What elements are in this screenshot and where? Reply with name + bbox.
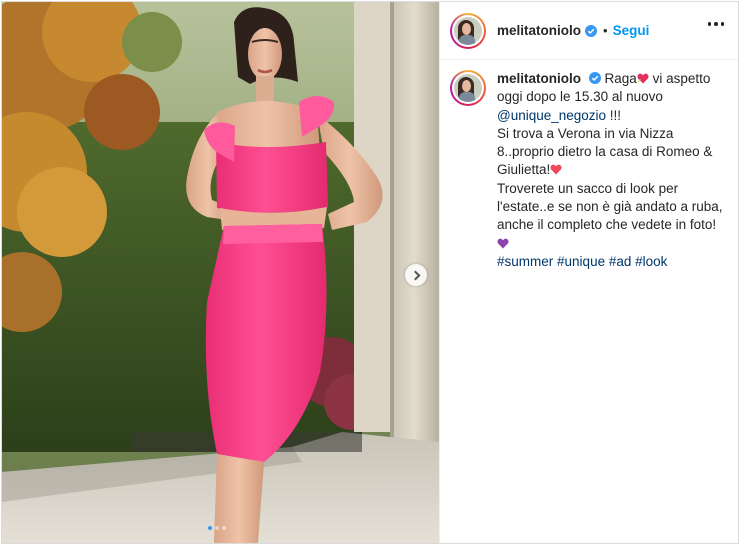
- hashtag-link[interactable]: #ad: [609, 254, 632, 269]
- verified-badge-icon: [588, 72, 601, 84]
- post-card: melitatoniolo • Segui melitatoniolo Raga…: [1, 1, 739, 544]
- caption-avatar[interactable]: [450, 70, 486, 106]
- post-photo: [2, 2, 439, 543]
- post-media[interactable]: [2, 2, 439, 543]
- carousel-dot: [215, 526, 219, 530]
- chevron-right-icon: [410, 270, 420, 280]
- username-link[interactable]: melitatoniolo: [497, 23, 581, 38]
- carousel-indicator: [208, 526, 226, 530]
- caption: melitatoniolo Raga vi aspetto oggi dopo …: [450, 70, 732, 271]
- heart-icon: [550, 165, 562, 175]
- caption-shop: Troverete un sacco di look per l'estate.…: [497, 180, 723, 233]
- heart-icon: [637, 73, 649, 84]
- mention-link[interactable]: @unique_negozio: [497, 108, 606, 123]
- follow-button[interactable]: Segui: [613, 23, 650, 38]
- purple-heart-icon: [497, 238, 509, 249]
- carousel-dot: [222, 526, 226, 530]
- hashtag-link[interactable]: #summer: [497, 254, 553, 269]
- avatar[interactable]: [450, 12, 486, 49]
- hashtag-link[interactable]: #look: [635, 254, 667, 269]
- next-slide-button[interactable]: [405, 264, 427, 286]
- carousel-dot: [208, 526, 212, 530]
- caption-part1: Raga: [604, 71, 637, 86]
- post-side-panel: melitatoniolo • Segui melitatoniolo Raga…: [439, 2, 738, 543]
- caption-text: melitatoniolo Raga vi aspetto oggi dopo …: [497, 70, 732, 271]
- caption-location: Si trova a Verona in via Nizza 8..propri…: [497, 125, 713, 178]
- separator-dot: •: [603, 23, 608, 38]
- post-header: melitatoniolo • Segui: [440, 2, 738, 60]
- more-options-icon[interactable]: [707, 22, 724, 26]
- caption-part3: !!!: [606, 107, 622, 123]
- caption-username[interactable]: melitatoniolo: [497, 71, 581, 86]
- hashtag-link[interactable]: #unique: [557, 254, 605, 269]
- verified-badge-icon: [585, 24, 597, 37]
